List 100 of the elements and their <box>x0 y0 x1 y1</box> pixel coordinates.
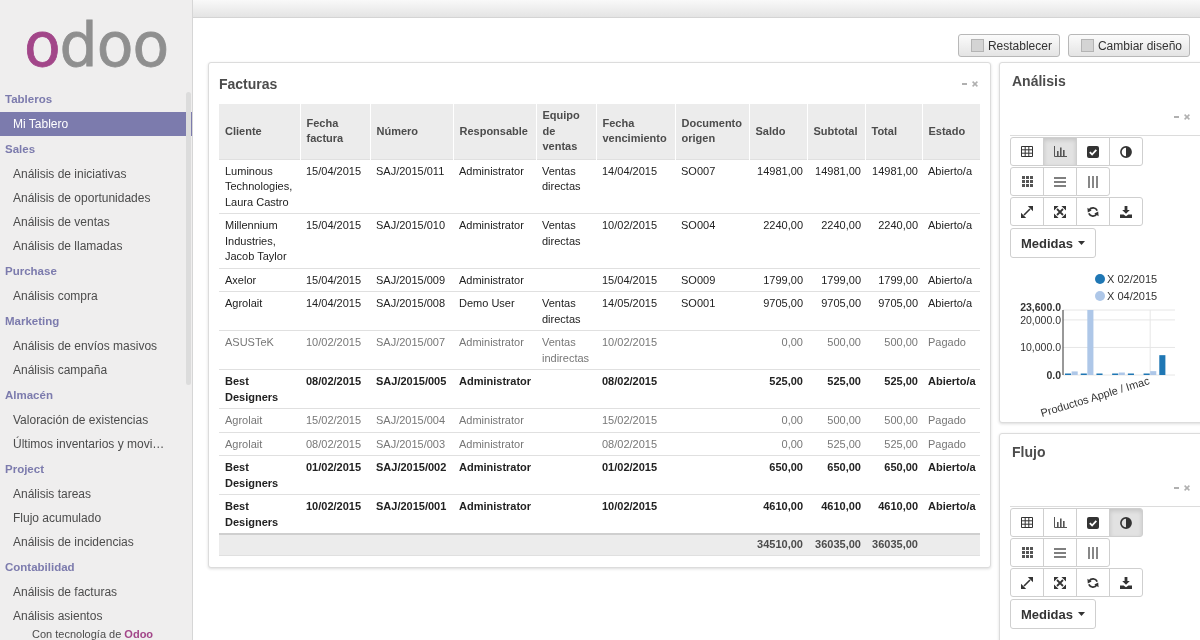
menu-item[interactable]: Análisis tareas <box>0 482 192 506</box>
bar-chart-icon <box>1053 517 1067 528</box>
bar-chart-icon <box>1053 146 1067 157</box>
toolbar-button[interactable] <box>1109 568 1143 597</box>
view-button[interactable] <box>1010 137 1044 166</box>
menu-item[interactable]: Flujo acumulado <box>0 506 192 530</box>
scrollbar[interactable] <box>186 92 191 385</box>
expand-icon <box>1021 576 1033 589</box>
table-cell: SO004 <box>675 213 749 268</box>
table-cell: Administrator <box>453 159 536 214</box>
table-cell: 650,00 <box>807 455 865 495</box>
column-header[interactable]: Número <box>370 104 453 159</box>
menu-item[interactable]: Análisis de envíos masivos <box>0 334 192 358</box>
table-cell: 01/02/2015 <box>596 455 675 495</box>
table-cell: Administrator <box>453 432 536 456</box>
table-cell: SAJ/2015/008 <box>370 291 453 331</box>
table-cell: 9705,00 <box>749 291 807 331</box>
table-cell: 01/02/2015 <box>300 455 370 495</box>
menu-section-heading: Project <box>4 462 45 477</box>
table-cell: Administrator <box>453 369 536 409</box>
menu-item[interactable]: Análisis asientos <box>0 604 192 628</box>
toolbar-button[interactable] <box>1076 197 1110 226</box>
table-cell: SO001 <box>675 291 749 331</box>
refresh-icon <box>1087 205 1099 218</box>
toolbar-button[interactable]: Cambiar diseño <box>1067 34 1190 57</box>
view-button[interactable] <box>1043 508 1077 537</box>
menu-item[interactable]: Análisis compra <box>0 284 192 308</box>
table-cell: 15/02/2015 <box>596 408 675 432</box>
table-cell: 9705,00 <box>865 291 922 331</box>
expand-icon <box>1021 205 1033 218</box>
list-icon <box>1054 547 1066 558</box>
menu-item[interactable]: Análisis de ventas <box>0 210 192 234</box>
view-button[interactable] <box>1010 508 1044 537</box>
column-header[interactable]: Responsable <box>453 104 536 159</box>
column-header[interactable]: Fecha vencimiento <box>596 104 675 159</box>
column-header[interactable]: Saldo <box>749 104 807 159</box>
toolbar-button[interactable] <box>1010 568 1044 597</box>
table-cell: 14981,00 <box>807 159 865 214</box>
measures-button[interactable]: Medidas <box>1010 228 1096 258</box>
toolbar-button[interactable] <box>1010 538 1044 567</box>
toolbar-button[interactable] <box>1043 568 1077 597</box>
view-button[interactable] <box>1043 137 1077 166</box>
menu-section-heading: Marketing <box>4 314 61 329</box>
table-cell: Agrolait <box>219 291 300 331</box>
legend-dot[interactable] <box>1095 274 1105 284</box>
menu-item[interactable]: Análisis de facturas <box>0 580 192 604</box>
menu-item[interactable]: Análisis de iniciativas <box>0 162 192 186</box>
table-cell: SAJ/2015/002 <box>370 455 453 495</box>
measures-button[interactable]: Medidas <box>1010 599 1096 629</box>
menu-item[interactable]: Valoración de existencias <box>0 408 192 432</box>
table-cell: SAJ/2015/004 <box>370 408 453 432</box>
column-header[interactable]: Subtotal <box>807 104 865 159</box>
table-cell: 14/05/2015 <box>596 291 675 331</box>
menu-item[interactable]: Mi Tablero <box>0 112 192 136</box>
toolbar-button[interactable] <box>1076 568 1110 597</box>
table-cell: 08/02/2015 <box>596 369 675 409</box>
axis-label: 23,600.0 <box>1020 300 1061 313</box>
card-title: Facturas <box>219 75 278 92</box>
caret-icon <box>1078 612 1085 616</box>
view-button[interactable] <box>1076 137 1110 166</box>
legend-label: X 02/2015 <box>1107 273 1158 285</box>
table-cell: 15/04/2015 <box>300 159 370 214</box>
table-cell: SAJ/2015/007 <box>370 330 453 370</box>
column-header[interactable]: Documento origen <box>675 104 749 159</box>
vertical-bars-icon <box>1088 175 1098 188</box>
column-header[interactable]: Cliente <box>219 104 300 159</box>
table-cell: 0,00 <box>749 408 807 432</box>
table-cell: SAJ/2015/003 <box>370 432 453 456</box>
table-cell: 15/04/2015 <box>596 268 675 292</box>
checkbox-icon <box>1087 145 1099 158</box>
menu-item[interactable]: Últimos inventarios y movi… <box>0 432 192 456</box>
toolbar-button[interactable] <box>1109 197 1143 226</box>
table-cell: Pagado <box>922 432 980 456</box>
view-button[interactable] <box>1109 508 1143 537</box>
table-cell: Ventas indirectas <box>536 330 596 370</box>
column-header[interactable]: Equipo de ventas <box>536 104 596 159</box>
column-header[interactable]: Total <box>865 104 922 159</box>
menu-item[interactable]: Análisis de incidencias <box>0 530 192 554</box>
toolbar-button[interactable] <box>1010 197 1044 226</box>
table-icon <box>1021 517 1033 528</box>
toolbar-button[interactable] <box>1010 167 1044 196</box>
menu-item[interactable]: Análisis campaña <box>0 358 192 382</box>
total-cell: 34510,00 <box>749 534 807 556</box>
toolbar-button[interactable] <box>1043 197 1077 226</box>
menu-section-heading: Sales <box>4 142 37 157</box>
view-button[interactable] <box>1109 137 1143 166</box>
refresh-icon <box>1087 576 1099 589</box>
column-header[interactable]: Estado <box>922 104 980 159</box>
toolbar-button[interactable]: Restablecer <box>957 34 1060 57</box>
table-cell: 525,00 <box>865 369 922 409</box>
menu-item[interactable]: Análisis de llamadas <box>0 234 192 258</box>
menu-item[interactable]: Análisis de oportunidades <box>0 186 192 210</box>
download-icon <box>1120 205 1132 218</box>
view-button[interactable] <box>1076 508 1110 537</box>
table-cell: 650,00 <box>749 455 807 495</box>
table-cell: 15/04/2015 <box>300 268 370 292</box>
column-header[interactable]: Fecha factura <box>300 104 370 159</box>
table-cell: 9705,00 <box>807 291 865 331</box>
legend-dot[interactable] <box>1095 291 1105 301</box>
menu-section-heading: Purchase <box>4 264 58 279</box>
